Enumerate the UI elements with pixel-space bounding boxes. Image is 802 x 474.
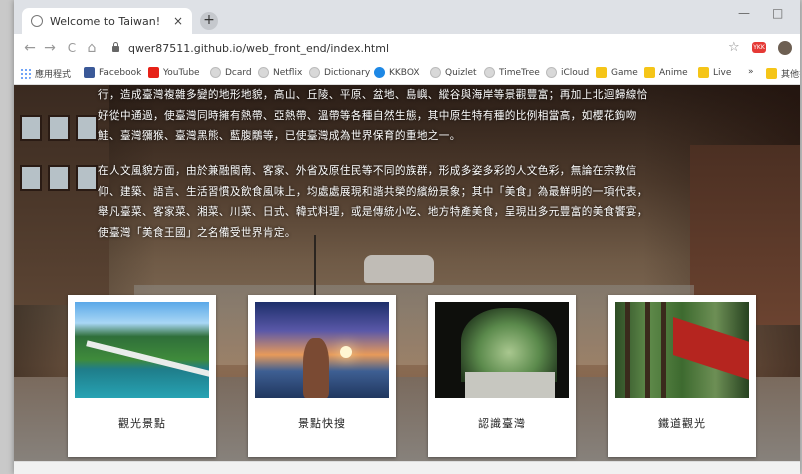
bookmark-netflix[interactable]: Netflix [258,67,302,78]
card-image-tunnel [435,302,569,398]
background-car [364,255,434,283]
lock-icon [112,42,119,52]
url-text: qwer87511.github.io/web_front_end/index.… [128,41,390,55]
bookmark-dcard[interactable]: Dcard [210,67,252,78]
card-railway-tourism[interactable]: 鐵道觀光 [608,295,756,457]
card-sightseeing[interactable]: 觀光景點 [68,295,216,457]
maximize-icon[interactable]: □ [772,6,783,20]
title-bar: Welcome to Taiwan! × + — □ [14,0,800,34]
facebook-icon [84,67,95,78]
bookmark-folder-anime[interactable]: Anime [644,67,688,78]
intro-paragraph-2: 在人文風貌方面，由於兼融閩南、客家、外省及原住民等不同的族群，形成多姿多彩的人文… [98,165,648,239]
bookmark-timetree[interactable]: TimeTree [484,67,540,78]
intro-paragraph-1: 行，造成臺灣複雜多變的地形地貌，高山、丘陵、平原、盆地、島嶼、縱谷與海岸等景觀豐… [98,89,648,142]
browser-tab[interactable]: Welcome to Taiwan! × [22,8,192,34]
status-bar [14,461,800,474]
tab-title: Welcome to Taiwan! [50,14,161,28]
extension-icon[interactable]: YKK [752,42,766,53]
background-building-left [14,85,109,305]
tab-close-icon[interactable]: × [170,14,186,28]
bookmark-folder-other[interactable]: 其他書籤 [766,67,800,80]
youtube-icon [148,67,159,78]
folder-icon [596,67,607,78]
globe-icon [309,67,320,78]
card-label: 景點快搜 [298,417,346,430]
back-icon[interactable]: ← [22,40,38,56]
forward-icon[interactable]: → [42,40,58,56]
folder-icon [644,67,655,78]
folder-icon [766,68,777,79]
bookmark-facebook[interactable]: Facebook [84,67,141,78]
globe-icon [210,67,221,78]
browser-window: Welcome to Taiwan! × + — □ ← → C ⌂ qwer8… [14,0,800,474]
card-image-forest-train [615,302,749,398]
page-content: 行，造成臺灣複雜多變的地形地貌，高山、丘陵、平原、盆地、島嶼、縱谷與海岸等景觀豐… [14,85,800,474]
apps-icon [20,68,31,79]
minimize-icon[interactable]: — [738,6,750,20]
bookmark-folder-live[interactable]: Live [698,67,731,78]
folder-icon [698,67,709,78]
card-label: 鐵道觀光 [658,417,706,430]
bookmark-apps[interactable]: 應用程式 [20,67,71,80]
bookmarks-bar: 應用程式 Facebook YouTube Dcard Netflix Dict… [14,62,800,85]
globe-icon [430,67,441,78]
bookmark-quizlet[interactable]: Quizlet [430,67,477,78]
bookmark-folder-game[interactable]: Game [596,67,638,78]
profile-avatar[interactable] [778,41,792,55]
globe-icon [258,67,269,78]
bookmarks-overflow-button[interactable]: » [748,67,754,77]
bookmark-icloud[interactable]: iCloud [546,67,589,78]
globe-icon [31,15,43,27]
reload-icon[interactable]: C [64,41,80,55]
globe-icon [546,67,557,78]
card-quick-search[interactable]: 景點快搜 [248,295,396,457]
browser-toolbar: ← → C ⌂ qwer87511.github.io/web_front_en… [14,34,800,63]
card-image-lake-bridge [75,302,209,398]
new-tab-button[interactable]: + [200,12,218,30]
bookmark-youtube[interactable]: YouTube [148,67,200,78]
kkbox-icon [374,67,385,78]
bookmark-dictionary[interactable]: Dictionary [309,67,370,78]
bookmark-star-icon[interactable]: ☆ [728,40,740,55]
card-label: 觀光景點 [118,417,166,430]
globe-icon [484,67,495,78]
home-icon[interactable]: ⌂ [84,40,100,56]
address-bar[interactable]: qwer87511.github.io/web_front_end/index.… [108,38,728,58]
bookmark-kkbox[interactable]: KKBOX [374,67,420,78]
card-label: 認識臺灣 [478,417,526,430]
card-about-taiwan[interactable]: 認識臺灣 [428,295,576,457]
card-image-coast-rock [255,302,389,398]
